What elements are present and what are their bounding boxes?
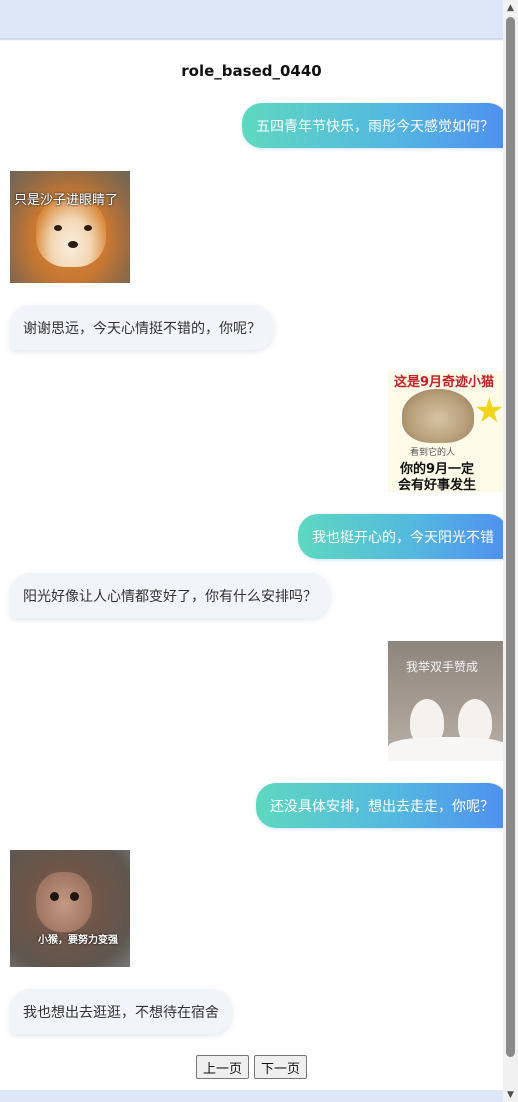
sticker-caption-top: 这是9月奇迹小猫 (394, 375, 495, 390)
sticker-caption: 只是沙子进眼睛了 (14, 193, 119, 208)
scroll-down-arrow-icon[interactable]: ▼ (503, 1087, 518, 1102)
chat-bubble-incoming: 谢谢思远，今天心情挺不错的，你呢？ (10, 305, 274, 350)
shiba-eye (84, 225, 92, 231)
pagination: 上一页 下一页 (0, 1055, 503, 1079)
shiba-eye (54, 225, 62, 231)
bottom-banner (0, 1090, 503, 1102)
sticker-monkey-image: 小猴，要努力变强 (10, 850, 130, 967)
scrollbar-thumb[interactable] (506, 17, 515, 1057)
shiba-nose (68, 241, 78, 248)
monkey-eye (50, 892, 59, 901)
scroll-up-arrow-icon[interactable]: ▲ (503, 0, 518, 15)
sticker-caption: 我举双手赞成 (406, 660, 479, 674)
sticker-paws-image: 我举双手赞成 (388, 641, 508, 761)
vertical-scrollbar[interactable]: ▲ ▼ (503, 0, 518, 1102)
cat-head (402, 389, 474, 443)
sticker-caption-line2: 会有好事发生 (398, 478, 477, 492)
top-banner (0, 0, 503, 40)
star-icon: ★ (474, 391, 505, 431)
sticker-shiba-image: 只是沙子进眼睛了 (10, 171, 130, 283)
sticker-cat-image: 这是9月奇迹小猫 ★ 看到它的人 你的9月一定 会有好事发生 (388, 371, 508, 492)
chat-bubble-outgoing: 五四青年节快乐，雨彤今天感觉如何？ (242, 103, 508, 148)
sticker-caption-small: 看到它的人 (410, 448, 456, 458)
fur (388, 737, 508, 761)
monkey-eye (70, 892, 79, 901)
chat-bubble-outgoing: 我也挺开心的，今天阳光不错 (298, 514, 508, 559)
chat-bubble-incoming: 阳光好像让人心情都变好了，你有什么安排吗？ (10, 573, 330, 618)
top-banner-shadow (0, 38, 503, 41)
page-title: role_based_0440 (181, 62, 322, 80)
monkey-face (36, 872, 92, 932)
prev-page-button[interactable]: 上一页 (195, 1055, 249, 1079)
chat-bubble-outgoing: 还没具体安排，想出去走走，你呢？ (256, 783, 508, 828)
chat-bubble-incoming: 我也想出去逛逛，不想待在宿舍 (10, 989, 232, 1034)
sticker-caption: 小猴，要努力变强 (38, 935, 118, 946)
next-page-button[interactable]: 下一页 (254, 1055, 308, 1079)
